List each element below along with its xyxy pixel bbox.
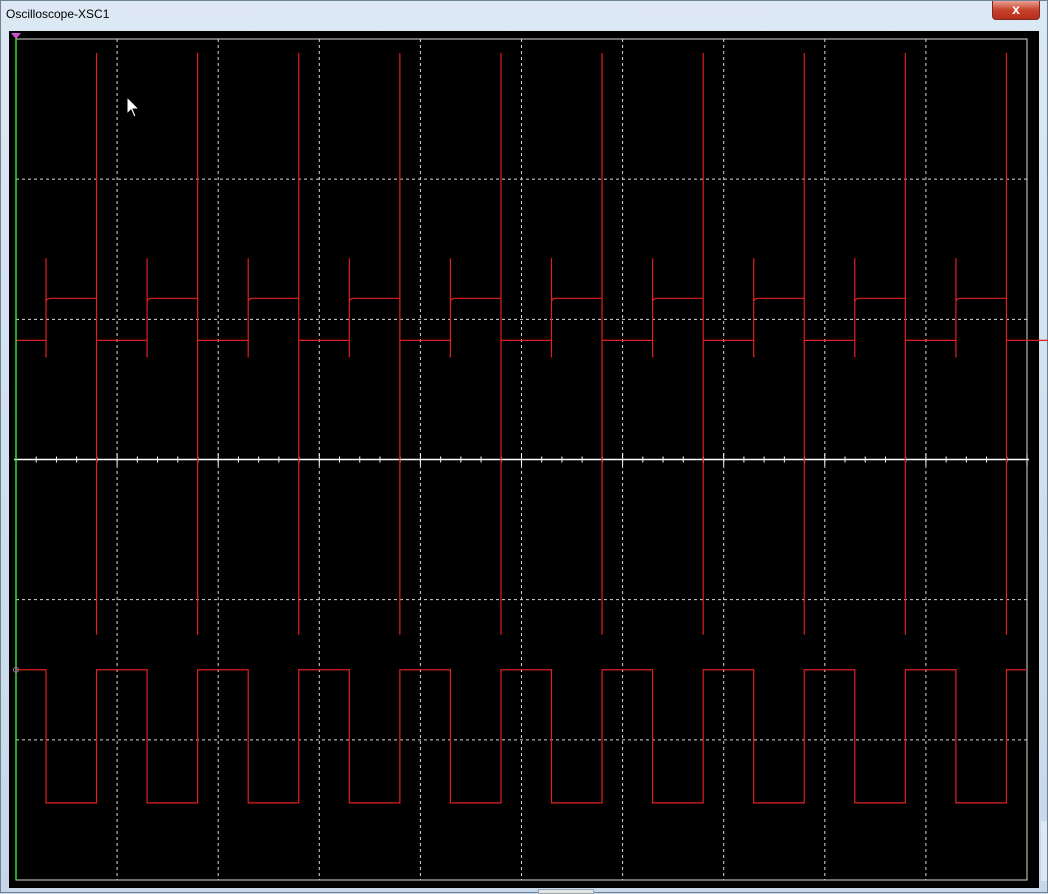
cursors	[11, 33, 141, 880]
center-axis	[14, 39, 1029, 880]
oscilloscope-display	[11, 33, 1048, 881]
mouse-pointer-icon	[126, 95, 141, 118]
channel-a-trace	[16, 53, 1048, 635]
cursor-1-marker	[11, 33, 21, 39]
traces	[16, 53, 1048, 804]
